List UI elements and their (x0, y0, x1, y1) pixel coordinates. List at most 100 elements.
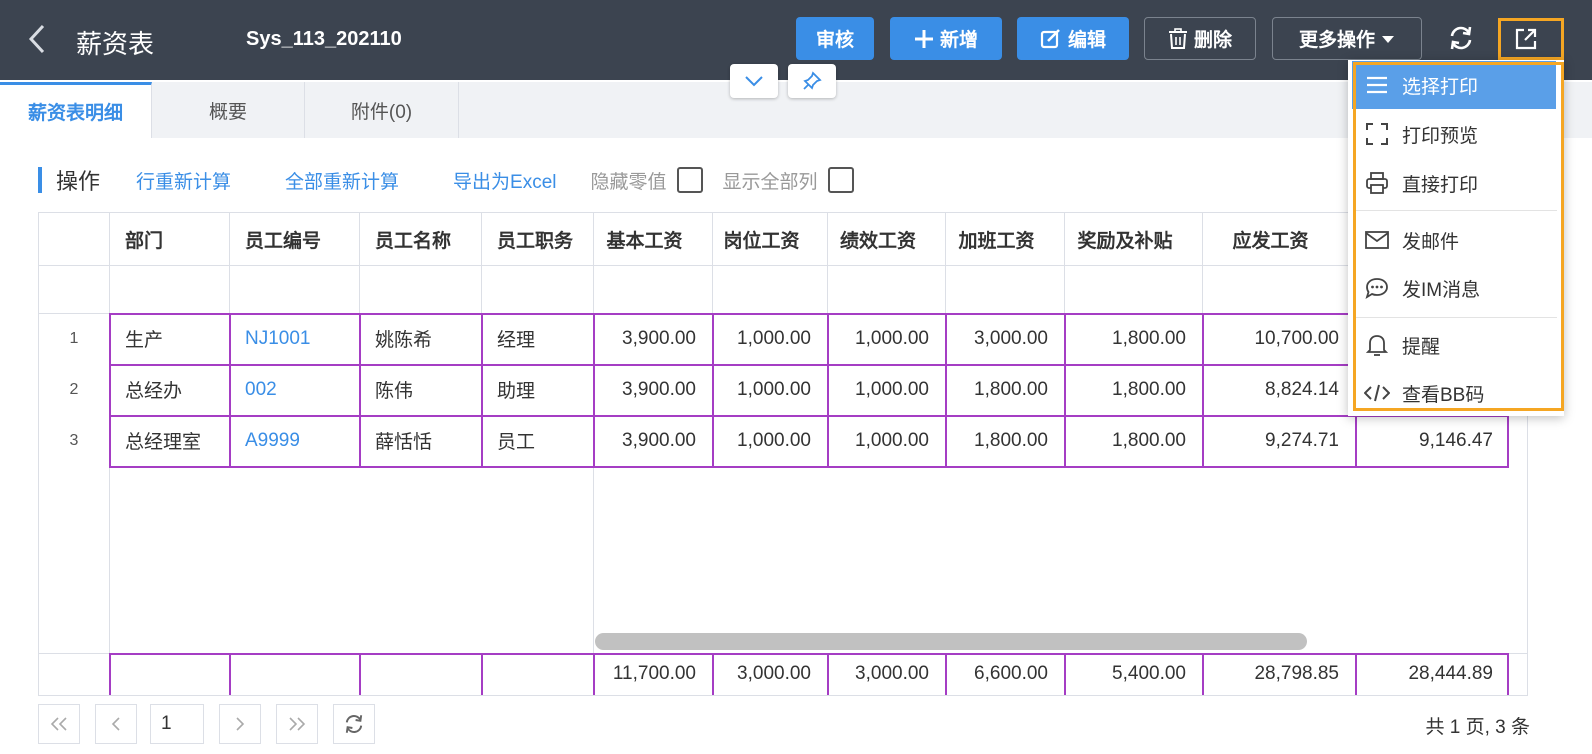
next-page-button[interactable] (219, 704, 261, 744)
table-cell-perf: 1,000.00 (855, 327, 929, 349)
chevron-down-icon (745, 76, 763, 87)
more-actions-button[interactable]: 更多操作 (1272, 17, 1422, 60)
menu-item-chat[interactable]: 发IM消息 (1352, 264, 1556, 312)
first-page-button[interactable] (38, 704, 80, 744)
row-cell-divider (712, 415, 714, 468)
row-cell-divider (593, 364, 595, 417)
page-title: 薪资表 (76, 29, 155, 59)
export-button[interactable] (1498, 18, 1564, 60)
table-cell-title: 经理 (497, 330, 536, 351)
recalc-row-link[interactable]: 行重新计算 (136, 167, 231, 194)
column-header[interactable]: 绩效工资 (827, 213, 945, 265)
page-number-input[interactable] (150, 704, 204, 744)
collapse-button[interactable] (730, 64, 778, 98)
table-cell-base: 3,900.00 (622, 429, 696, 451)
column-header[interactable]: 基本工资 (593, 213, 712, 265)
totals-cell-divider (481, 653, 483, 695)
reload-page-button[interactable] (333, 704, 375, 744)
column-header[interactable]: 部门 (109, 213, 229, 265)
column-header[interactable]: 岗位工资 (712, 213, 827, 265)
menu-item-mail[interactable]: 发邮件 (1352, 216, 1556, 264)
hide-zero-checkbox[interactable] (676, 167, 703, 193)
table-cell-post: 1,000.00 (737, 378, 811, 400)
trash-icon (1168, 27, 1187, 49)
column-header[interactable]: 奖励及补贴 (1064, 213, 1202, 265)
column-header[interactable]: 员工编号 (229, 213, 359, 265)
menu-item-list[interactable]: 选择打印 (1352, 61, 1556, 109)
pin-icon (803, 71, 822, 90)
salary-grid: 部门 员工编号 员工名称 员工职务 基本工资 岗位工资 绩效工资 加班工资 奖励及补贴 应发工资 1… (38, 212, 1528, 696)
menu-item-bell[interactable]: 提醒 (1352, 321, 1556, 369)
column-header[interactable]: 加班工资 (945, 213, 1064, 265)
chevron-left-icon (111, 717, 120, 731)
total-cell-ot: 6,600.00 (974, 663, 1048, 684)
row-cell-divider (593, 415, 595, 468)
column-header[interactable]: 员工名称 (359, 213, 481, 265)
table-cell-post: 1,000.00 (737, 327, 811, 349)
refresh-button[interactable] (1441, 18, 1481, 58)
row-cell-divider (945, 364, 947, 417)
tab-summary[interactable]: 概要 (152, 82, 305, 138)
row-cell-divider (359, 313, 361, 366)
edit-button[interactable]: 编辑 (1017, 17, 1129, 60)
mail-icon (1352, 231, 1402, 249)
table-cell-name: 薛恬恬 (375, 432, 433, 453)
menu-separator (1355, 210, 1557, 211)
menu-item-code[interactable]: 查看BB码 (1352, 369, 1556, 417)
row-cell-divider (1064, 364, 1066, 417)
column-header[interactable]: 员工职务 (481, 213, 593, 265)
menu-item-label: 提醒 (1402, 336, 1441, 358)
table-cell-dept: 总经理室 (125, 432, 202, 453)
totals-cell-divider (229, 653, 231, 695)
total-cell-bonus: 5,400.00 (1112, 663, 1186, 684)
audit-button-label: 审核 (815, 30, 854, 51)
horizontal-scrollbar[interactable] (595, 633, 1307, 650)
row-cell-divider (593, 313, 595, 366)
pin-button[interactable] (788, 64, 836, 98)
total-cell-extra: 28,444.89 (1408, 663, 1493, 684)
back-button[interactable] (26, 22, 54, 58)
column-header[interactable]: 应发工资 (1202, 213, 1355, 265)
table-cell-base: 3,900.00 (622, 378, 696, 400)
list-icon (1352, 76, 1402, 94)
show-all-columns-checkbox[interactable] (827, 167, 854, 193)
tab-attachments[interactable]: 附件(0) (305, 82, 459, 138)
table-cell-dept: 生产 (125, 330, 164, 351)
tab-salary-detail[interactable]: 薪资表明细 (0, 82, 152, 138)
menu-item-fullscreen[interactable]: 打印预览 (1352, 110, 1556, 158)
recalc-all-link[interactable]: 全部重新计算 (285, 167, 399, 194)
table-cell-code[interactable]: NJ1001 (229, 313, 359, 364)
audit-button[interactable]: 审核 (796, 17, 874, 60)
total-cell-base: 11,700.00 (612, 663, 696, 684)
row-cell-divider (712, 313, 714, 366)
header-bottom-line (39, 265, 1527, 266)
code-icon (1352, 384, 1402, 402)
section-marker (38, 167, 42, 193)
row-number: 3 (69, 431, 79, 449)
double-chevron-left-icon (50, 717, 67, 731)
row-cell-divider (359, 415, 361, 468)
table-cell-code[interactable]: A9999 (229, 415, 359, 466)
table-cell-base: 3,900.00 (622, 327, 696, 349)
row-number: 1 (69, 329, 79, 347)
add-button[interactable]: 新增 (890, 17, 1002, 60)
edit-button-label: 编辑 (1067, 30, 1106, 51)
table-cell-post: 1,000.00 (737, 429, 811, 451)
prev-page-button[interactable] (95, 704, 137, 744)
table-cell-extra: 9,146.47 (1419, 429, 1493, 451)
delete-button[interactable]: 删除 (1144, 17, 1256, 60)
table-cell-dept: 总经办 (125, 381, 183, 402)
row-cell-divider (827, 364, 829, 417)
menu-item-printer[interactable]: 直接打印 (1352, 159, 1556, 207)
table-cell-code[interactable]: 002 (229, 364, 359, 415)
menu-item-label: 直接打印 (1402, 174, 1479, 196)
caret-down-icon (1382, 35, 1394, 43)
hide-zero-label: 隐藏零值 (590, 171, 667, 193)
table-cell-name: 陈伟 (375, 381, 414, 402)
chat-icon (1352, 277, 1402, 299)
last-page-button[interactable] (276, 704, 318, 744)
row-cell-divider (1202, 415, 1204, 468)
table-cell-title: 助理 (497, 381, 536, 402)
chevron-right-icon (236, 717, 245, 731)
export-excel-link[interactable]: 导出为Excel (453, 167, 556, 194)
